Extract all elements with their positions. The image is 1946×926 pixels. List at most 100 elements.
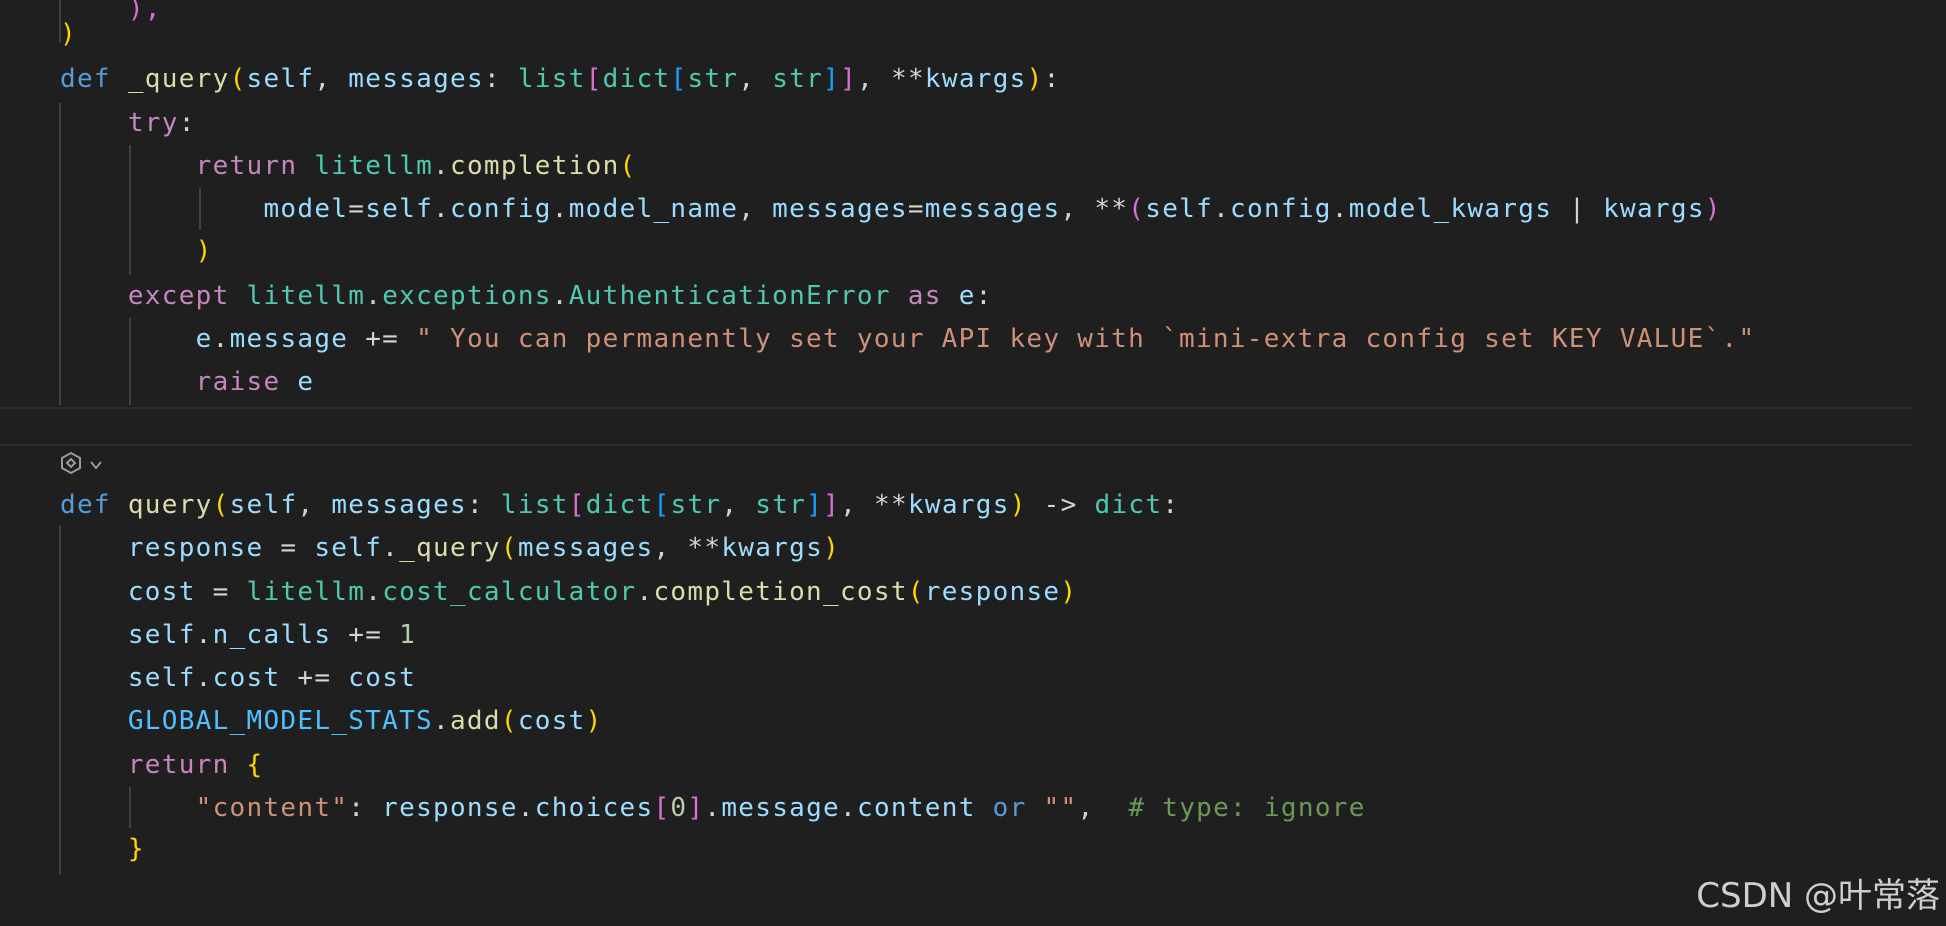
code-token: } [127,834,145,864]
code-token: . [433,706,450,736]
code-token: e [195,324,213,354]
code-token: _query [399,533,501,563]
indent-guide [59,526,61,874]
code-token: messages [772,194,908,224]
code-token: . [1331,194,1349,224]
code-token: [ [568,490,586,520]
code-token: kwargs [721,533,824,563]
indent-guide [59,103,61,405]
code-token: ) [195,236,213,266]
code-token: message [721,793,841,823]
code-line[interactable]: return { [60,744,264,787]
code-token: ( [212,490,230,520]
code-token: , [721,490,756,520]
code-line[interactable]: ) [60,13,77,56]
code-token: . [365,281,383,311]
code-line[interactable]: self.cost += cost [60,657,416,700]
code-token: , [653,533,688,563]
code-token: raise [195,367,281,397]
ai-codelens-button[interactable] [58,451,104,478]
code-token: cost [212,663,281,693]
code-token: return [195,151,298,181]
code-token: response [127,533,264,563]
code-token: config [1230,194,1332,224]
code-token: messages [517,533,654,563]
code-line[interactable]: return litellm.completion( [60,145,637,188]
code-token: "content" [195,793,349,823]
code-token: . [195,620,213,650]
code-line[interactable]: model=self.config.model_name, messages=m… [60,188,1722,231]
code-token: cost [517,706,586,736]
code-line[interactable]: response = self._query(messages, **kwarg… [60,527,840,570]
code-line[interactable]: def query(self, messages: list[dict[str,… [60,484,1179,527]
code-token: response [924,577,1061,607]
code-line[interactable]: GLOBAL_MODEL_STATS.add(cost) [60,700,603,743]
code-token: ( [500,706,518,736]
code-editor[interactable]: ),) def _query(self, messages: list[dict[… [0,0,1946,926]
code-token: ( [619,151,637,181]
code-token: : [348,793,383,823]
code-line[interactable]: "content": response.choices[0].message.c… [60,787,1366,830]
code-token: str [755,490,807,520]
code-token: self [246,64,315,94]
code-line[interactable]: e.message += " You can permanently set y… [60,318,1755,361]
code-token: litellm [246,281,366,311]
code-token: as [907,281,942,311]
code-token: ] [823,490,841,520]
code-line[interactable]: try: [60,102,196,145]
code-token: model [263,194,349,224]
code-token: messages [348,64,484,94]
code-token: ( [500,533,518,563]
code-token: ( [1128,194,1146,224]
code-token: [ [653,490,671,520]
code-token: ** [890,64,925,94]
code-token: . [551,194,569,224]
code-token: = [907,194,925,224]
code-token: litellm [246,577,366,607]
code-token: config [450,194,552,224]
code-line[interactable]: self.n_calls += 1 [60,614,416,657]
code-token: = [195,577,247,607]
code-token: str [687,64,739,94]
code-token: , [738,194,773,224]
code-token: self [1145,194,1214,224]
code-token: = [348,194,366,224]
code-token: . [704,793,722,823]
code-token: : [466,490,501,520]
code-token: ) [585,706,603,736]
code-line[interactable]: except litellm.exceptions.Authentication… [60,275,993,318]
code-line[interactable]: raise e [60,361,314,404]
code-token: : [975,281,993,311]
code-token: model_name [568,194,739,224]
code-line[interactable]: cost = litellm.cost_calculator.completio… [60,571,1077,614]
code-token: self [229,490,298,520]
chevron-down-icon [88,456,104,475]
code-token: _query [127,64,230,94]
code-token: , [840,490,875,520]
code-token: ] [840,64,858,94]
code-token: . [517,793,535,823]
code-token: ** [687,533,722,563]
watermark: CSDN @叶常落 [1696,876,1940,916]
code-token: [ [653,793,671,823]
code-token: : [1043,64,1061,94]
code-line[interactable]: def _query(self, messages: list[dict[str… [60,58,1061,101]
code-line[interactable]: ) [60,230,213,273]
code-token: "" [1043,793,1078,823]
code-line[interactable]: } [60,828,145,871]
code-token: kwargs [924,64,1027,94]
code-token: ( [229,64,247,94]
code-token: dict [585,490,654,520]
code-token: | [1552,194,1604,224]
code-token: 1 [399,620,417,650]
